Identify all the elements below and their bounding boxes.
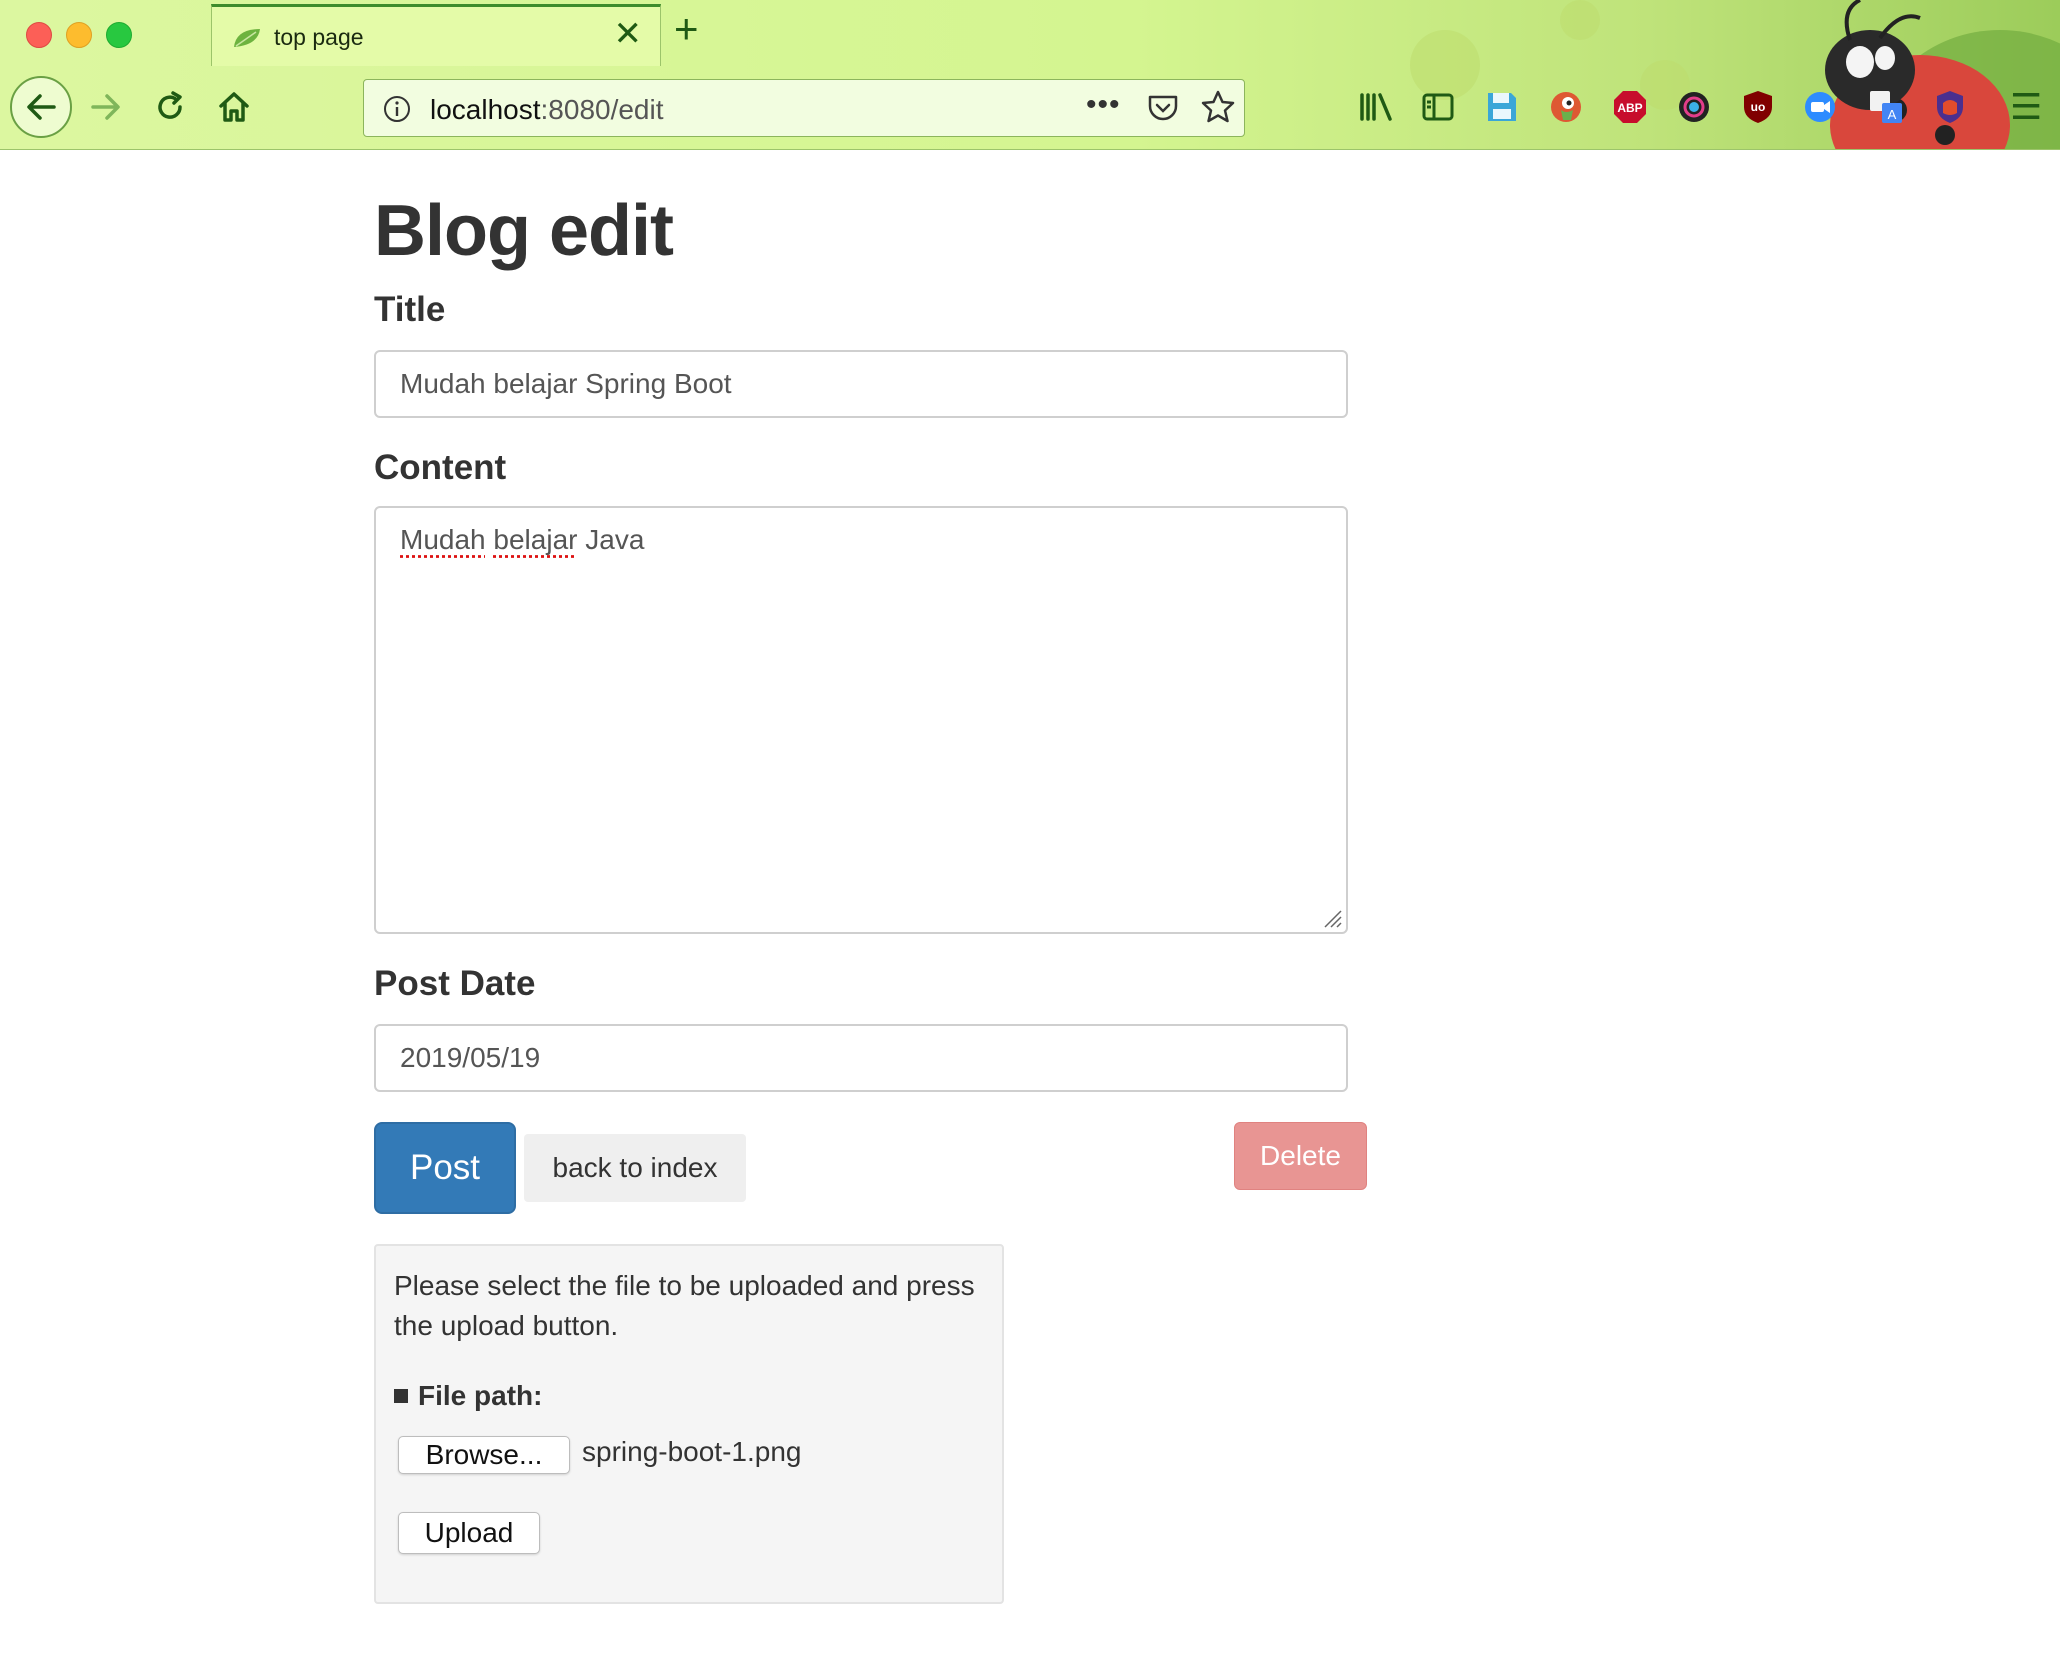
misspelled-word: Mudah bbox=[400, 524, 486, 555]
privacy-badger-icon[interactable] bbox=[1930, 87, 1970, 127]
arrow-right-icon bbox=[91, 94, 120, 120]
reload-icon bbox=[158, 91, 182, 119]
delete-button[interactable]: Delete bbox=[1234, 1122, 1367, 1190]
title-label: Title bbox=[374, 290, 446, 329]
home-icon bbox=[219, 92, 249, 122]
adblock-label: ABP bbox=[1617, 101, 1642, 115]
upload-button[interactable]: Upload bbox=[398, 1512, 540, 1554]
title-input[interactable] bbox=[374, 350, 1348, 418]
save-icon[interactable] bbox=[1482, 87, 1522, 127]
browser-toolbar: top page ✕ + localhost:8080/edit ••• ABP… bbox=[0, 0, 2060, 150]
file-path-label: File path: bbox=[394, 1380, 542, 1412]
url-path: :8080/edit bbox=[540, 94, 664, 125]
tab-top-page[interactable]: top page ✕ bbox=[211, 4, 661, 66]
sidebar-icon[interactable] bbox=[1418, 87, 1458, 127]
new-tab-button[interactable]: + bbox=[674, 8, 699, 50]
page-actions-icon[interactable]: ••• bbox=[1086, 88, 1121, 122]
page-title: Blog edit bbox=[374, 191, 674, 271]
close-window-button[interactable] bbox=[26, 22, 52, 48]
url-host: localhost bbox=[430, 94, 541, 125]
misspelled-word: belajar bbox=[493, 524, 578, 555]
page-content: Blog edit Title Content Mudah belajar Ja… bbox=[0, 150, 2060, 1666]
upload-help-text: Please select the file to be uploaded an… bbox=[394, 1270, 975, 1341]
zoom-icon[interactable] bbox=[1800, 87, 1840, 127]
spring-leaf-icon bbox=[234, 29, 260, 47]
maximize-window-button[interactable] bbox=[106, 22, 132, 48]
back-to-index-button[interactable]: back to index bbox=[524, 1134, 746, 1202]
adblock-plus-icon[interactable]: ABP bbox=[1610, 87, 1650, 127]
file-path-label-text: File path: bbox=[418, 1380, 543, 1411]
ublock-label: uo bbox=[1751, 100, 1766, 114]
ublock-origin-icon[interactable]: uo bbox=[1738, 87, 1778, 127]
menu-icon[interactable]: ☰ bbox=[2010, 86, 2042, 128]
upload-panel: Please select the file to be uploaded an… bbox=[374, 1244, 1004, 1604]
arrow-left-icon bbox=[27, 94, 56, 120]
info-icon[interactable] bbox=[382, 94, 412, 124]
resize-handle-icon[interactable] bbox=[1320, 906, 1342, 928]
post-date-input[interactable] bbox=[374, 1024, 1348, 1092]
back-button[interactable] bbox=[10, 76, 72, 138]
post-button[interactable]: Post bbox=[374, 1122, 516, 1214]
post-date-label: Post Date bbox=[374, 964, 536, 1003]
selected-file-name: spring-boot-1.png bbox=[582, 1436, 802, 1467]
content-textarea[interactable]: Mudah belajar Java bbox=[374, 506, 1348, 934]
pocket-icon[interactable] bbox=[1146, 91, 1180, 125]
forward-button[interactable] bbox=[78, 79, 134, 135]
home-button[interactable] bbox=[206, 79, 262, 135]
content-word: Java bbox=[585, 524, 645, 555]
tab-title: top page bbox=[274, 24, 364, 50]
duckduckgo-icon[interactable] bbox=[1546, 87, 1586, 127]
library-icon[interactable] bbox=[1356, 87, 1396, 127]
svg-text:A: A bbox=[1888, 107, 1897, 122]
content-label: Content bbox=[374, 448, 507, 487]
minimize-window-button[interactable] bbox=[66, 22, 92, 48]
reload-button[interactable] bbox=[142, 79, 198, 135]
browse-button[interactable]: Browse... bbox=[398, 1436, 570, 1474]
url-text: localhost:8080/edit bbox=[430, 94, 664, 126]
address-bar[interactable]: localhost:8080/edit ••• bbox=[363, 79, 1245, 137]
bookmark-star-icon[interactable] bbox=[1200, 89, 1236, 125]
theme-decoration bbox=[1560, 0, 1600, 40]
square-bullet-icon bbox=[394, 1388, 408, 1403]
close-tab-icon[interactable]: ✕ bbox=[614, 17, 643, 51]
color-picker-icon[interactable] bbox=[1674, 87, 1714, 127]
translate-icon[interactable]: A bbox=[1866, 87, 1906, 127]
